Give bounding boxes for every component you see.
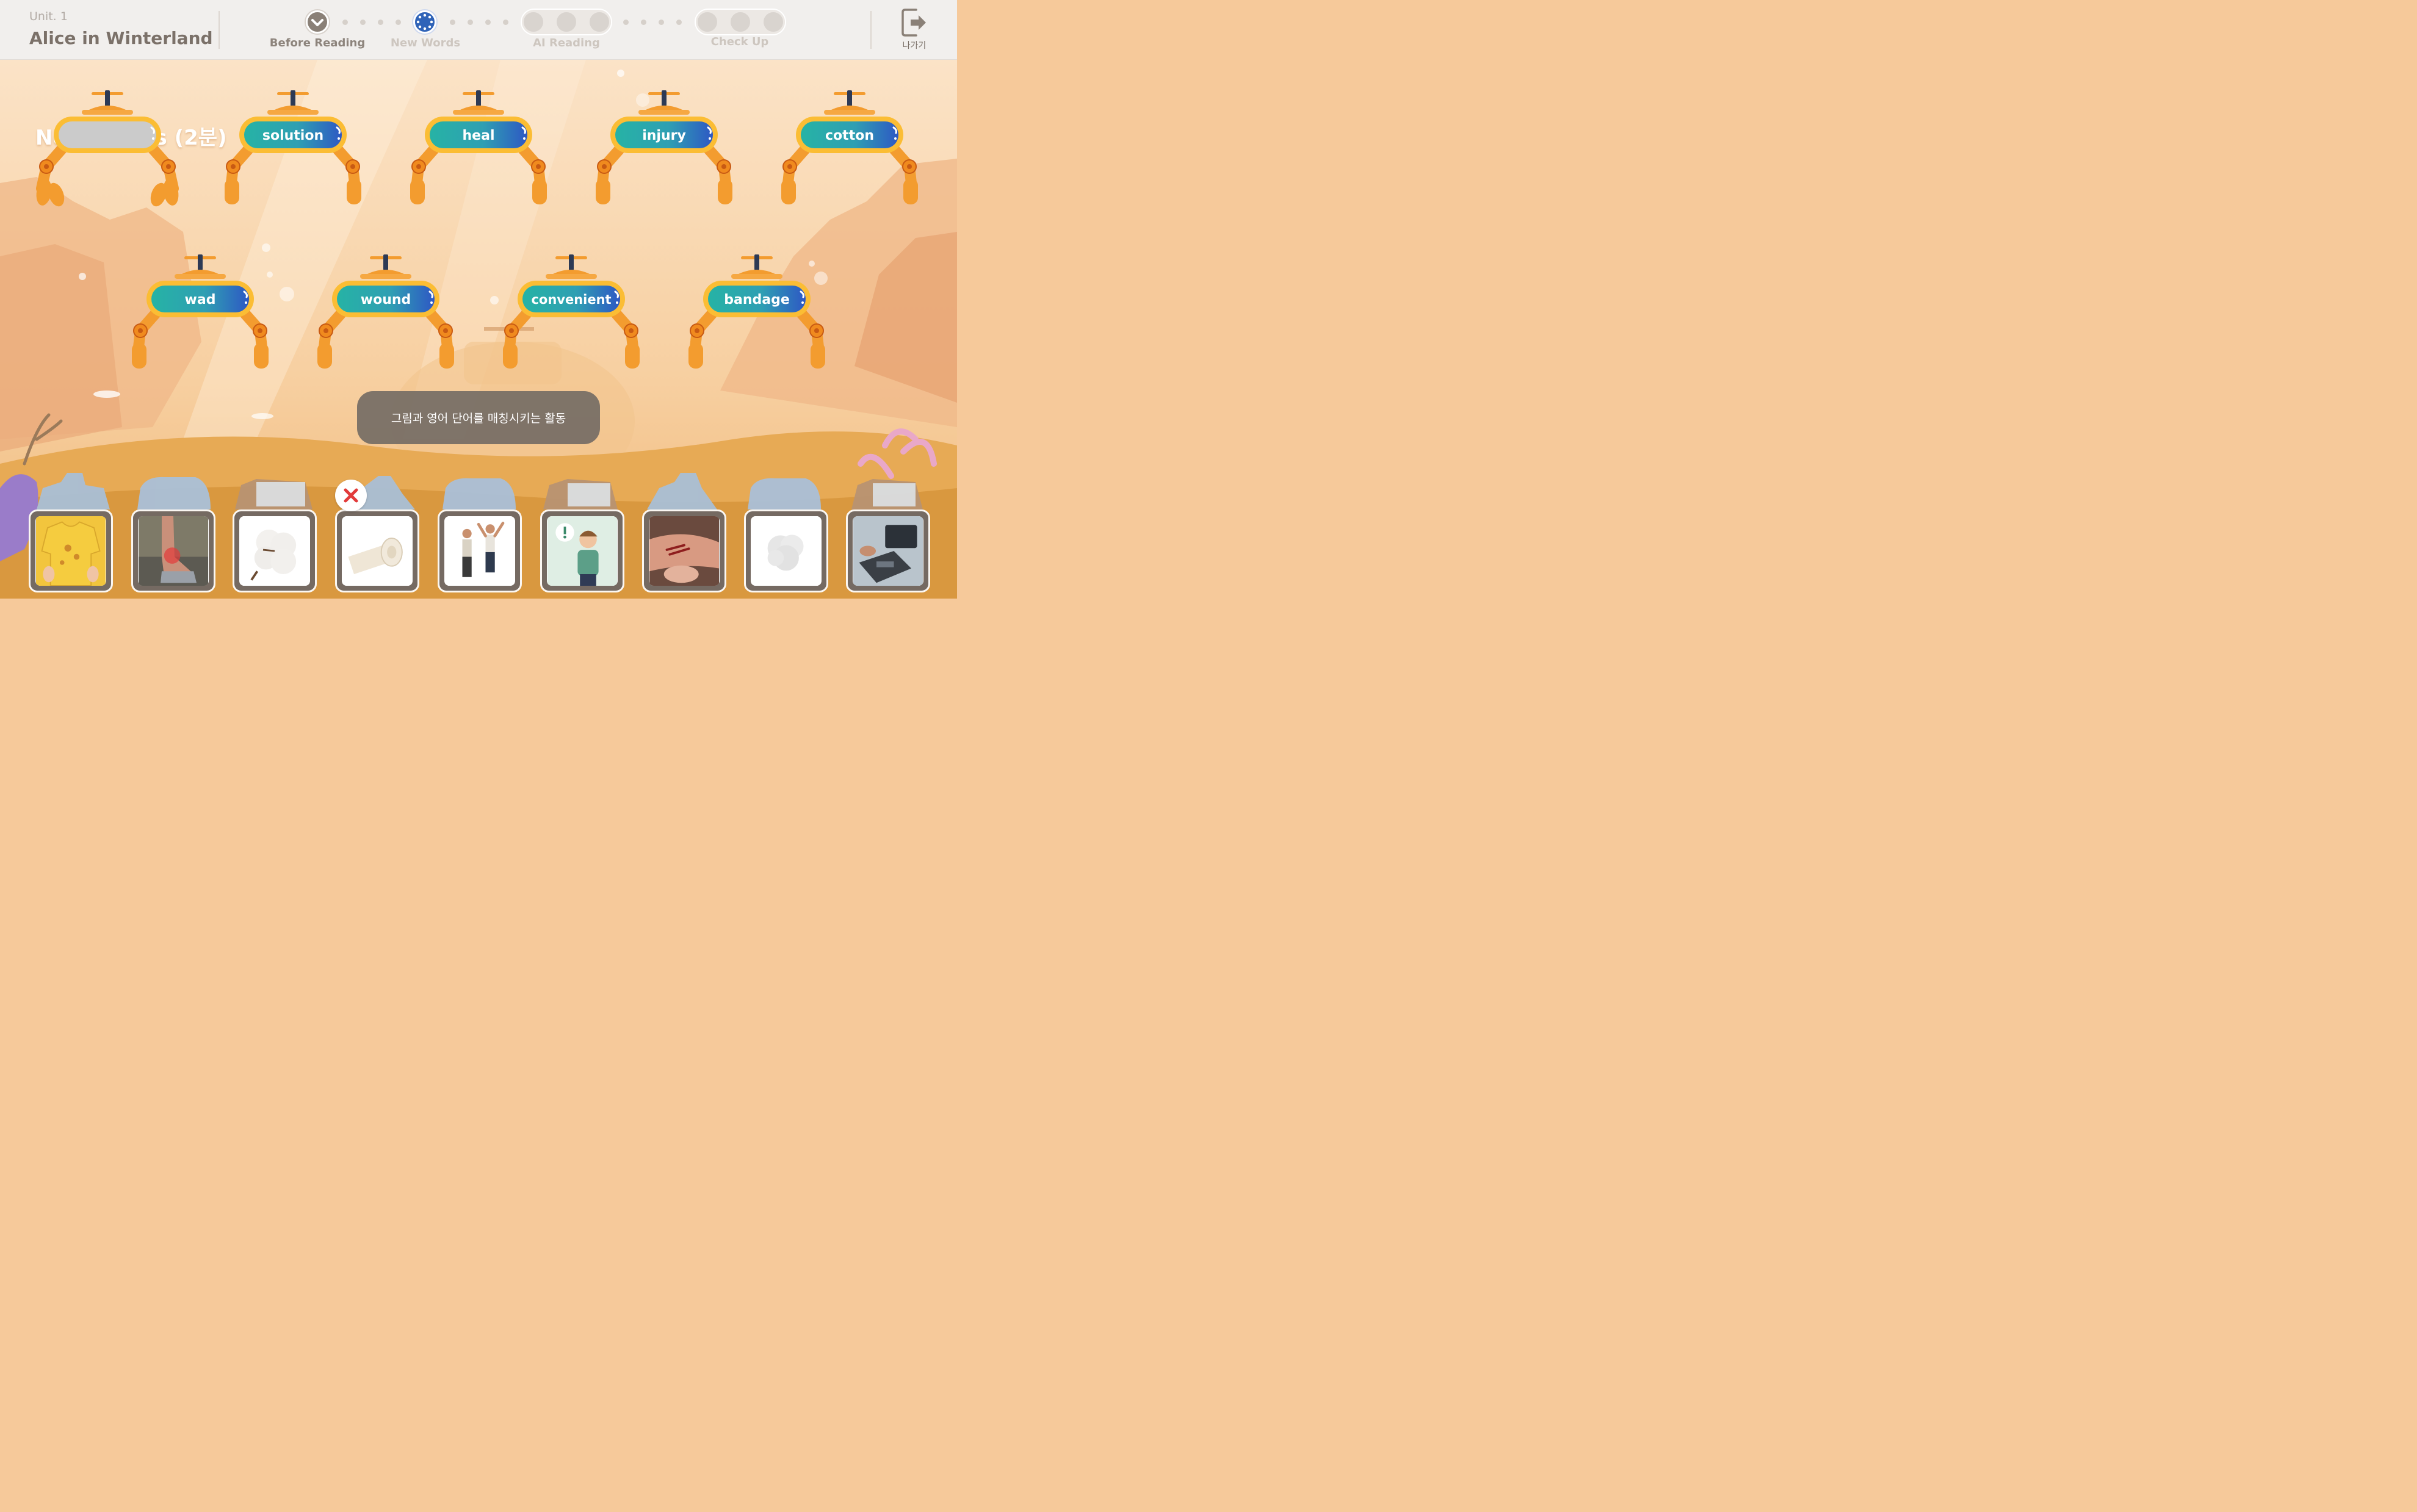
word-claw-empty[interactable] — [34, 90, 180, 209]
card-props — [37, 473, 923, 509]
bandage-roll-picture — [342, 516, 413, 586]
ankle-injury-picture — [138, 516, 209, 586]
word-label: injury — [642, 128, 686, 143]
instruction-tooltip: 그림과 영어 단어를 매칭시키는 활동 — [357, 391, 600, 444]
picture-card-cheering-men[interactable] — [438, 509, 522, 592]
close-icon — [344, 488, 358, 503]
word-label: solution — [262, 128, 323, 143]
wrong-answer-badge — [335, 480, 367, 511]
picture-card-ankle-injury[interactable] — [131, 509, 215, 592]
word-claw-injury[interactable]: injury — [596, 90, 732, 204]
picture-card-idea-man[interactable] — [540, 509, 624, 592]
cheering-men-picture — [444, 516, 515, 586]
idea-man-picture — [547, 516, 618, 586]
picture-card-cotton-wad[interactable] — [744, 509, 828, 592]
picture-card-payment-terminal[interactable] — [846, 509, 930, 592]
wounded-arm-picture — [649, 516, 720, 586]
picture-card-cotton-boll[interactable] — [233, 509, 317, 592]
picture-card-bandage-roll[interactable] — [335, 509, 419, 592]
word-label: wound — [361, 292, 411, 308]
word-claw-wound[interactable]: wound — [317, 254, 454, 369]
word-label: heal — [463, 128, 495, 143]
word-claw-heal[interactable]: heal — [410, 90, 547, 204]
claw-layer: solution heal injury cotton wad wound co… — [34, 0, 957, 509]
word-label: bandage — [724, 292, 790, 308]
cotton-wad-picture — [751, 516, 822, 586]
word-claw-convenient[interactable]: convenient — [503, 254, 640, 369]
cotton-boll-picture — [239, 516, 310, 586]
picture-card-stained-shirt[interactable] — [29, 509, 113, 592]
word-claw-cotton[interactable]: cotton — [781, 90, 918, 204]
word-claw-solution[interactable]: solution — [225, 90, 361, 204]
word-label: cotton — [825, 128, 874, 143]
word-claw-bandage[interactable]: bandage — [688, 254, 825, 369]
payment-terminal-picture — [853, 516, 923, 586]
word-label: wad — [185, 292, 216, 308]
picture-card-wounded-arm[interactable] — [642, 509, 726, 592]
word-claw-wad[interactable]: wad — [132, 254, 269, 369]
stained-shirt-picture — [35, 516, 106, 586]
word-label: convenient — [531, 292, 611, 307]
